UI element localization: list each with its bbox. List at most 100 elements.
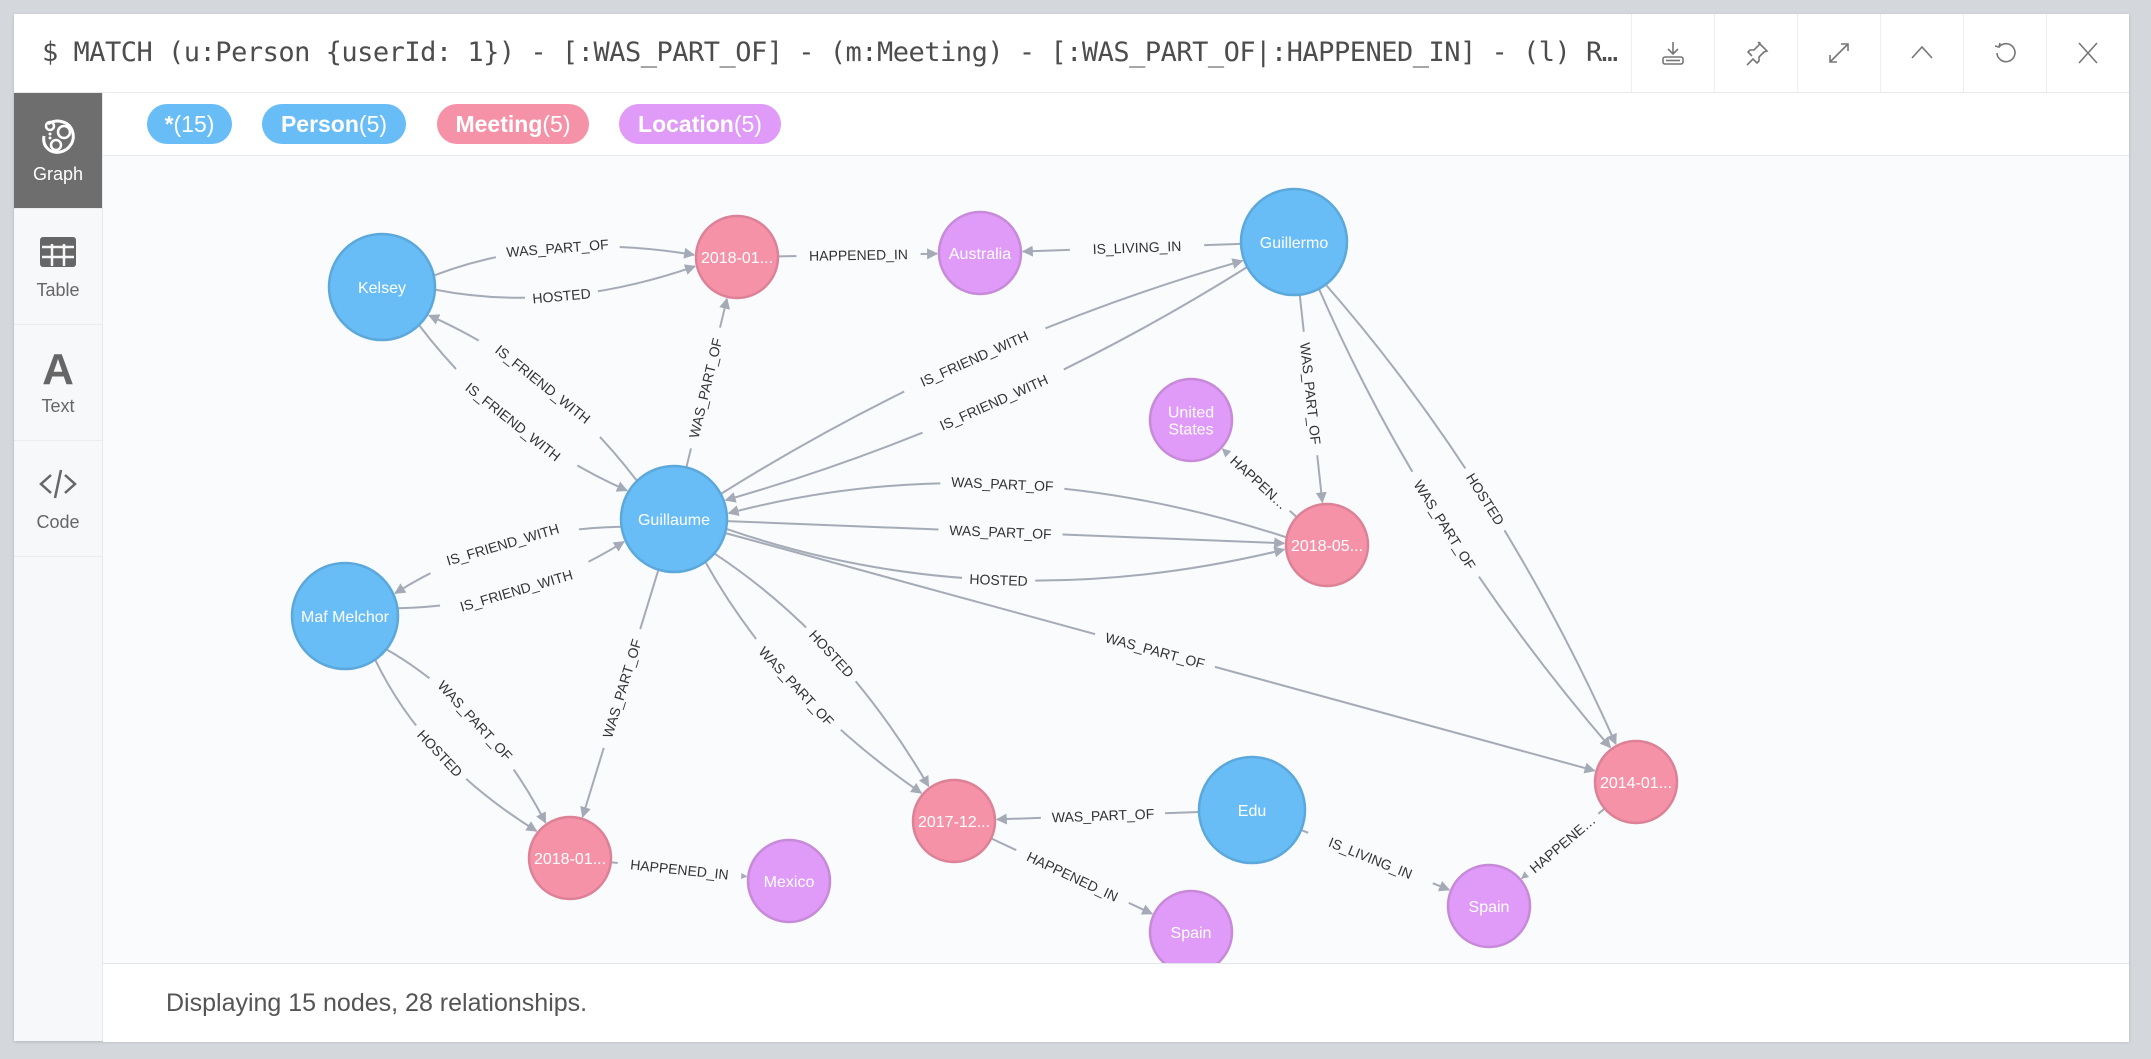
graph-node-meeting[interactable]: 2018-01...: [694, 214, 780, 300]
relationship-line[interactable]: [724, 266, 1248, 503]
relationship-label: IS_LIVING_IN: [1326, 834, 1414, 882]
sidebar-item-table[interactable]: Table: [14, 209, 102, 325]
relationship[interactable]: WAS_PART_OF: [1293, 294, 1328, 504]
status-bar: Displaying 15 nodes, 28 relationships.: [103, 963, 2129, 1042]
rerun-button[interactable]: [1963, 14, 2046, 92]
pill-count: (5): [733, 111, 762, 137]
relationship[interactable]: WAS_PART_OF: [580, 569, 660, 818]
relationship-label: HOSTED: [969, 571, 1028, 589]
relationship[interactable]: IS_FRIEND_WITH: [724, 266, 1248, 503]
pin-button[interactable]: [1714, 14, 1797, 92]
relationship[interactable]: IS_FRIEND_WITH: [418, 324, 628, 492]
label-pill-person[interactable]: Person(5): [262, 104, 406, 144]
sidebar-item-text[interactable]: A Text: [14, 325, 102, 441]
text-icon: A: [42, 348, 74, 388]
graph-node-meeting[interactable]: 2014-01...: [1593, 739, 1679, 825]
graph-node-location[interactable]: UnitedStates: [1148, 377, 1234, 463]
relationship[interactable]: IS_LIVING_IN: [1021, 235, 1242, 260]
fullscreen-button[interactable]: [1797, 14, 1880, 92]
sidebar-item-label: Graph: [32, 164, 84, 184]
label-pill-meeting[interactable]: Meeting(5): [437, 104, 589, 144]
graph-node-person[interactable]: Guillaume: [619, 464, 729, 574]
relationship-line[interactable]: [1318, 288, 1612, 749]
relationship[interactable]: WAS_PART_OF: [433, 233, 696, 277]
graph-node-location[interactable]: Australia: [937, 210, 1023, 296]
relationship-line[interactable]: [418, 324, 628, 492]
relationship[interactable]: WAS_PART_OF: [1318, 288, 1612, 749]
graph-node-person[interactable]: Maf Melchor: [290, 561, 400, 671]
svg-text:A: A: [42, 348, 74, 388]
sidebar-item-code[interactable]: Code: [14, 441, 102, 557]
graph-node-location[interactable]: Spain: [1446, 863, 1532, 949]
label-pill-all[interactable]: *(15): [147, 104, 232, 144]
relationship[interactable]: HOSTED: [713, 552, 930, 788]
relationship[interactable]: HOSTED: [1324, 283, 1617, 746]
view-sidebar: Graph Table A Text Code: [14, 93, 103, 1041]
relationship-label: HOSTED: [806, 627, 857, 681]
sidebar-item-label: Table: [36, 280, 80, 300]
relationship-label: HOSTED: [414, 727, 466, 780]
node-caption: Australia: [949, 246, 1011, 263]
sidebar-item-label: Text: [41, 396, 75, 416]
relationship[interactable]: WAS_PART_OF: [681, 297, 730, 468]
graph-node-meeting[interactable]: 2018-05...: [1284, 502, 1370, 588]
relationship-line[interactable]: [428, 314, 638, 482]
relationship-line[interactable]: [713, 552, 930, 788]
node-caption: 2018-01...: [701, 250, 773, 267]
label-pill-location[interactable]: Location(5): [619, 104, 781, 144]
frame-header: $ MATCH (u:Person {userId: 1}) - [:WAS_P…: [14, 14, 2129, 93]
relationship[interactable]: HAPPENED_IN: [610, 853, 748, 886]
graph-node-meeting[interactable]: 2017-12...: [911, 778, 997, 864]
graph-node-person[interactable]: Kelsey: [327, 232, 437, 342]
graph-node-location[interactable]: Spain: [1148, 889, 1234, 975]
graph-svg[interactable]: WAS_PART_OFHOSTEDHAPPENED_IN IS_LIVING_IN…: [103, 156, 2129, 975]
node-caption: Maf Melchor: [301, 609, 390, 626]
close-icon: [2078, 42, 2098, 64]
chevron-up-icon: [1911, 45, 1933, 59]
node-caption: Spain: [1469, 899, 1510, 916]
relationship[interactable]: WAS_PART_OF: [726, 519, 1286, 549]
relationship-line[interactable]: [704, 561, 923, 794]
relationship[interactable]: HAPPENED_IN: [990, 837, 1154, 915]
close-button[interactable]: [2046, 14, 2129, 92]
node-caption: 2017-12...: [918, 814, 990, 831]
pill-name: Meeting: [455, 111, 543, 137]
expand-icon: [1829, 43, 1849, 63]
sidebar-item-graph[interactable]: Graph: [14, 93, 102, 209]
relationship-label: HOSTED: [1463, 470, 1508, 528]
node-caption: 2018-05...: [1291, 538, 1363, 555]
graph-node-person[interactable]: Guillermo: [1239, 187, 1349, 297]
relationship[interactable]: HOSTED: [434, 264, 697, 310]
pill-count: (5): [358, 111, 388, 137]
relationship[interactable]: HAPPEN…: [1221, 446, 1298, 519]
frame-toolbar: [1631, 14, 2129, 92]
relationship[interactable]: IS_FRIEND_WITH: [428, 314, 638, 482]
result-frame: $ MATCH (u:Person {userId: 1}) - [:WAS_P…: [14, 14, 2129, 1042]
graph-icon: [42, 119, 75, 154]
relationship-label: HAPPENE…: [1526, 812, 1598, 876]
graph-node-meeting[interactable]: 2018-01...: [527, 815, 613, 901]
relationship[interactable]: IS_FRIEND_WITH: [720, 258, 1244, 495]
node-caption: Guillermo: [1260, 235, 1329, 252]
relationship[interactable]: WAS_PART_OF: [995, 803, 1200, 828]
relationship[interactable]: IS_FRIEND_WITH: [397, 540, 625, 622]
relationship-line[interactable]: [720, 258, 1244, 495]
relationship-label: WAS_PART_OF: [599, 637, 644, 740]
graph-canvas[interactable]: WAS_PART_OF HOSTED HAPPENED_IN IS_LIVING_IN…: [103, 156, 2129, 975]
label-legend: *(15) Person(5) Meeting(5) Location(5): [103, 93, 2129, 156]
relationship[interactable]: WAS_PART_OF: [704, 561, 923, 794]
relationship[interactable]: IS_FRIEND_WITH: [394, 513, 622, 595]
pill-count: (5): [542, 111, 571, 137]
relationship[interactable]: IS_LIVING_IN: [1300, 823, 1451, 893]
relationship-line[interactable]: [1324, 283, 1617, 746]
relationship[interactable]: HAPPENED_IN: [777, 243, 939, 267]
graph-node-person[interactable]: Edu: [1197, 755, 1307, 865]
download-button[interactable]: [1631, 14, 1714, 92]
relationship-label: IS_FRIEND_WITH: [937, 371, 1050, 433]
relationship-label: IS_FRIEND_WITH: [458, 566, 574, 614]
collapse-button[interactable]: [1880, 14, 1963, 92]
node-caption: 2018-01...: [534, 851, 606, 868]
query-text[interactable]: $ MATCH (u:Person {userId: 1}) - [:WAS_P…: [42, 14, 1632, 92]
graph-node-location[interactable]: Mexico: [746, 838, 832, 924]
relationship[interactable]: HAPPENE…: [1520, 806, 1606, 882]
